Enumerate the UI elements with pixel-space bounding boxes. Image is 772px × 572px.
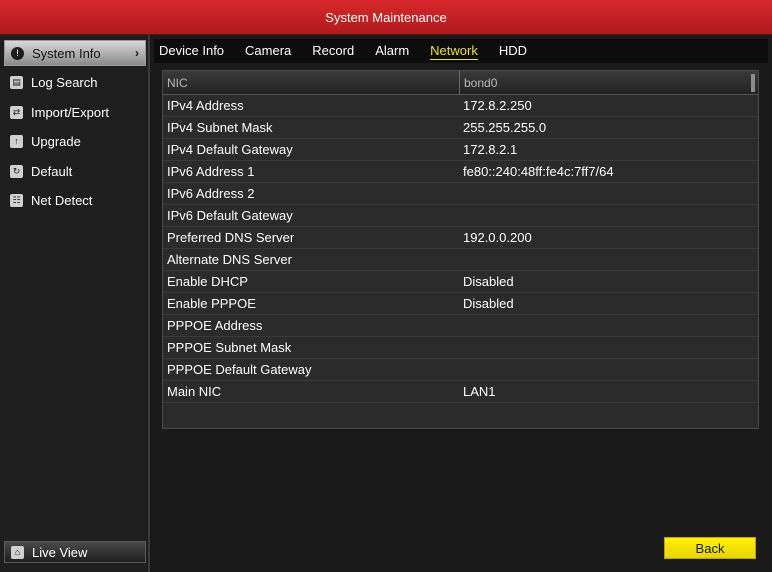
row-key: PPPOE Subnet Mask: [167, 340, 292, 355]
row-key: Alternate DNS Server: [167, 252, 292, 267]
row-key: IPv4 Subnet Mask: [167, 120, 273, 135]
tab-bar: Device Info Camera Record Alarm Network …: [154, 39, 768, 63]
tab-network[interactable]: Network: [430, 43, 478, 60]
table-row: IPv4 Address 172.8.2.250: [163, 95, 758, 117]
table-row: Preferred DNS Server 192.0.0.200: [163, 227, 758, 249]
sidebar-item-label: Log Search: [31, 74, 98, 90]
row-value: 172.8.2.250: [463, 98, 532, 113]
table-row: PPPOE Subnet Mask: [163, 337, 758, 359]
sidebar-item-import-export[interactable]: ⇄ Import/Export: [4, 99, 146, 125]
table-row: IPv6 Address 1 fe80::240:48ff:fe4c:7ff7/6…: [163, 161, 758, 183]
row-value: Disabled: [463, 296, 514, 311]
row-value: 255.255.255.0: [463, 120, 547, 135]
row-key: IPv6 Address 2: [167, 186, 255, 201]
upgrade-icon: ↑: [10, 134, 23, 148]
row-key: PPPOE Address: [167, 318, 263, 333]
live-view-button[interactable]: ⌂ Live View: [4, 541, 146, 563]
column-divider[interactable]: [459, 71, 460, 95]
home-icon: ⌂: [11, 545, 24, 559]
table-row: Enable PPPOE Disabled: [163, 293, 758, 315]
row-key: IPv6 Default Gateway: [167, 208, 293, 223]
sidebar-item-upgrade[interactable]: ↑ Upgrade: [4, 128, 146, 154]
table-row: IPv4 Subnet Mask 255.255.255.0: [163, 117, 758, 139]
default-icon: ↻: [10, 164, 23, 178]
row-key: IPv4 Default Gateway: [167, 142, 293, 157]
sidebar-item-default[interactable]: ↻ Default: [4, 158, 146, 184]
row-key: PPPOE Default Gateway: [167, 362, 312, 377]
sidebar: ! System Info › ▤ Log Search ⇄ Import/Ex…: [0, 35, 150, 572]
row-key: IPv4 Address: [167, 98, 244, 113]
row-key: Main NIC: [167, 384, 222, 399]
sidebar-item-label: Import/Export: [31, 104, 110, 120]
table-row: PPPOE Address: [163, 315, 758, 337]
tab-camera[interactable]: Camera: [245, 43, 291, 59]
table-row: PPPOE Default Gateway: [163, 359, 758, 381]
live-view-label: Live View: [32, 544, 88, 560]
table-row: IPv6 Address 2: [163, 183, 758, 205]
tab-record[interactable]: Record: [312, 43, 354, 59]
scrollbar[interactable]: [751, 74, 755, 92]
sidebar-item-label: Upgrade: [31, 133, 81, 149]
row-value: Disabled: [463, 274, 514, 289]
sidebar-item-system-info[interactable]: ! System Info ›: [4, 40, 146, 66]
row-value: LAN1: [463, 384, 496, 399]
log-search-icon: ▤: [10, 75, 23, 89]
table-row: Main NIC LAN1: [163, 381, 758, 403]
tab-alarm[interactable]: Alarm: [375, 43, 409, 59]
info-icon: !: [11, 46, 24, 60]
chevron-right-icon: ›: [135, 46, 139, 60]
header-nic-value: bond0: [464, 75, 498, 90]
window-title: System Maintenance: [325, 9, 447, 25]
table-row: Enable DHCP Disabled: [163, 271, 758, 293]
row-key: IPv6 Address 1: [167, 164, 255, 179]
row-value: 172.8.2.1: [463, 142, 518, 157]
title-bar: System Maintenance: [0, 0, 772, 35]
table-row: Alternate DNS Server: [163, 249, 758, 271]
table-row: IPv6 Default Gateway: [163, 205, 758, 227]
row-key: Enable DHCP: [167, 274, 248, 289]
row-value: 192.0.0.200: [463, 230, 532, 245]
row-key: Preferred DNS Server: [167, 230, 295, 245]
table-row: IPv4 Default Gateway 172.8.2.1: [163, 139, 758, 161]
tab-hdd[interactable]: HDD: [499, 43, 527, 59]
sidebar-item-log-search[interactable]: ▤ Log Search: [4, 69, 146, 95]
tab-device-info[interactable]: Device Info: [159, 43, 224, 59]
sidebar-item-label: Default: [31, 163, 73, 179]
row-value: fe80::240:48ff:fe4c:7ff7/64: [463, 164, 614, 179]
network-info-table: NIC bond0 IPv4 Address 172.8.2.250 IPv4 S…: [162, 70, 759, 429]
table-header: NIC bond0: [163, 71, 758, 95]
sidebar-item-label: Net Detect: [31, 192, 93, 208]
row-key: Enable PPPOE: [167, 296, 256, 311]
back-button[interactable]: Back: [664, 537, 756, 559]
net-detect-icon: ☷: [10, 193, 23, 207]
sidebar-item-label: System Info: [32, 45, 101, 61]
sidebar-item-net-detect[interactable]: ☷ Net Detect: [4, 187, 146, 213]
header-nic: NIC: [167, 75, 188, 90]
import-export-icon: ⇄: [10, 105, 23, 119]
